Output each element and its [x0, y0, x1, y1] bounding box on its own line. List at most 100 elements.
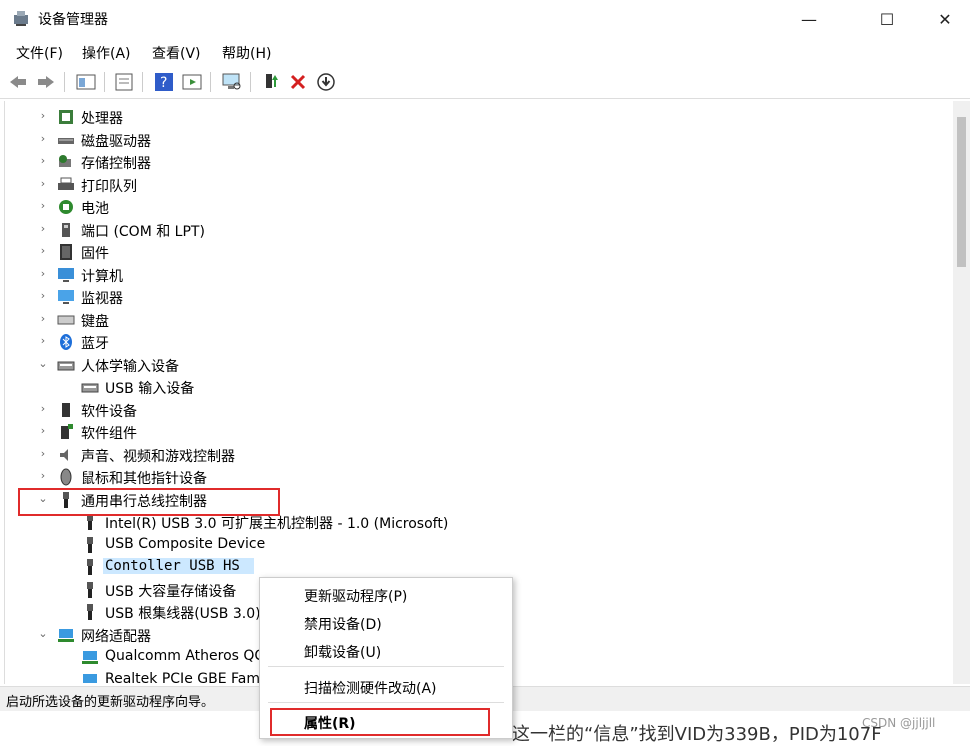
tree-category-item[interactable]: › 键盘: [5, 309, 953, 331]
tree-category-item[interactable]: › 端口 (COM 和 LPT): [5, 219, 953, 241]
tree-category-item[interactable]: ⌄ 人体学输入设备: [5, 354, 953, 376]
hid-icon: [81, 378, 99, 396]
tree-category-item[interactable]: › 软件设备: [5, 399, 953, 421]
tree-item-label: 存储控制器: [81, 156, 151, 172]
tree-category-item[interactable]: › 处理器: [5, 106, 953, 128]
show-hide-tree-icon[interactable]: [74, 70, 98, 94]
annotation-highlight-usb: [18, 488, 280, 516]
tree-device-item[interactable]: Contoller USB HS: [5, 556, 953, 578]
keyboard-icon: [57, 311, 75, 329]
tree-device-item[interactable]: USB Composite Device: [5, 534, 953, 556]
close-button[interactable]: ✕: [922, 0, 968, 38]
help-icon[interactable]: ?: [152, 70, 176, 94]
vertical-scrollbar[interactable]: [953, 101, 970, 684]
software-component-icon: [57, 423, 75, 441]
menu-action[interactable]: 操作(A): [82, 43, 131, 63]
window-title: 设备管理器: [38, 12, 108, 28]
device-manager-icon: [14, 11, 28, 26]
uninstall-icon[interactable]: [286, 70, 310, 94]
scan-hardware-icon[interactable]: [220, 70, 244, 94]
tree-category-item[interactable]: › 存储控制器: [5, 151, 953, 173]
menu-file[interactable]: 文件(F): [16, 43, 63, 63]
annotation-highlight-properties: [270, 708, 490, 736]
tree-category-item[interactable]: › 打印队列: [5, 174, 953, 196]
tree-item-label: USB Composite Device: [105, 535, 266, 552]
hid-icon: [57, 356, 75, 374]
tree-category-item[interactable]: › 固件: [5, 241, 953, 263]
tree-item-label: 处理器: [81, 111, 123, 127]
tree-device-item[interactable]: USB 输入设备: [5, 376, 953, 398]
tree-item-label: Contoller USB HS: [103, 558, 254, 574]
disable-icon[interactable]: [314, 70, 338, 94]
menu-view[interactable]: 查看(V): [152, 43, 201, 63]
tree-item-label: 监视器: [81, 291, 123, 307]
chevron-right-icon[interactable]: ›: [37, 109, 49, 122]
chevron-right-icon[interactable]: ›: [37, 244, 49, 257]
menu-disable-device[interactable]: 禁用设备(D): [304, 614, 382, 634]
chevron-right-icon[interactable]: ›: [37, 154, 49, 167]
tree-item-label: 蓝牙: [81, 336, 109, 352]
toolbar-separator: [250, 72, 251, 92]
tree-item-label: 计算机: [81, 268, 123, 285]
menu-bar: 文件(F) 操作(A) 查看(V) 帮助(H): [0, 40, 970, 64]
tree-category-item[interactable]: › 计算机: [5, 264, 953, 286]
toolbar: ?: [0, 66, 970, 99]
tree-category-item[interactable]: › 软件组件: [5, 421, 953, 443]
forward-icon[interactable]: [34, 70, 58, 94]
scrollbar-thumb[interactable]: [957, 117, 966, 267]
properties-icon[interactable]: [112, 70, 136, 94]
usb-icon: [81, 603, 99, 621]
chevron-right-icon[interactable]: ›: [37, 267, 49, 280]
chevron-right-icon[interactable]: ›: [37, 334, 49, 347]
cpu-icon: [57, 108, 75, 126]
tree-category-item[interactable]: › 声音、视频和游戏控制器: [5, 444, 953, 466]
chevron-right-icon[interactable]: ›: [37, 402, 49, 415]
menu-help[interactable]: 帮助(H): [222, 43, 271, 63]
title-bar: 设备管理器 — ☐ ✕: [0, 0, 970, 38]
tree-item-label: 网络适配器: [81, 628, 151, 645]
minimize-button[interactable]: —: [786, 0, 832, 38]
chevron-down-icon[interactable]: ⌄: [37, 627, 49, 640]
chevron-right-icon[interactable]: ›: [37, 424, 49, 437]
tree-item-label: 软件组件: [81, 426, 137, 442]
battery-icon: [57, 198, 75, 216]
menu-update-driver[interactable]: 更新驱动程序(P): [304, 586, 407, 606]
maximize-button[interactable]: ☐: [864, 0, 910, 38]
sound-icon: [57, 446, 75, 464]
tree-item-label: 电池: [81, 201, 109, 217]
menu-separator: [268, 666, 504, 667]
update-driver-icon[interactable]: [258, 70, 282, 94]
chevron-right-icon[interactable]: ›: [37, 312, 49, 325]
chevron-right-icon[interactable]: ›: [37, 289, 49, 302]
network-icon: [57, 626, 75, 644]
chevron-right-icon[interactable]: ›: [37, 447, 49, 460]
chevron-right-icon[interactable]: ›: [37, 222, 49, 235]
tree-category-item[interactable]: › 磁盘驱动器: [5, 129, 953, 151]
tree-category-item[interactable]: › 监视器: [5, 286, 953, 308]
tree-item-label: 打印队列: [81, 178, 137, 195]
chevron-right-icon[interactable]: ›: [37, 132, 49, 145]
chevron-right-icon[interactable]: ›: [37, 199, 49, 212]
tree-category-item[interactable]: › 蓝牙: [5, 331, 953, 353]
context-menu: 更新驱动程序(P) 禁用设备(D) 卸载设备(U) 扫描检测硬件改动(A) 属性…: [259, 577, 513, 739]
tree-item-label: 键盘: [81, 313, 109, 330]
tree-category-item[interactable]: › 鼠标和其他指针设备: [5, 466, 953, 488]
tree-item-label: Intel(R) USB 3.0 可扩展主机控制器 - 1.0 (Microso…: [105, 516, 449, 532]
menu-uninstall-device[interactable]: 卸载设备(U): [304, 642, 381, 662]
firmware-icon: [57, 243, 75, 261]
chevron-right-icon[interactable]: ›: [37, 469, 49, 482]
tree-item-label: 端口 (COM 和 LPT): [81, 223, 205, 240]
menu-scan-hardware[interactable]: 扫描检测硬件改动(A): [304, 678, 437, 698]
tree-category-item[interactable]: › 电池: [5, 196, 953, 218]
network-icon: [81, 671, 99, 684]
back-icon[interactable]: [6, 70, 30, 94]
action-pane-icon[interactable]: [180, 70, 204, 94]
chevron-down-icon[interactable]: ⌄: [37, 357, 49, 370]
toolbar-separator: [142, 72, 143, 92]
tree-item-label: 声音、视频和游戏控制器: [81, 448, 235, 465]
mouse-icon: [57, 468, 75, 486]
bluetooth-icon: [57, 333, 75, 351]
chevron-right-icon[interactable]: ›: [37, 177, 49, 190]
network-icon: [81, 648, 99, 666]
tree-item-label: 软件设备: [81, 403, 137, 420]
